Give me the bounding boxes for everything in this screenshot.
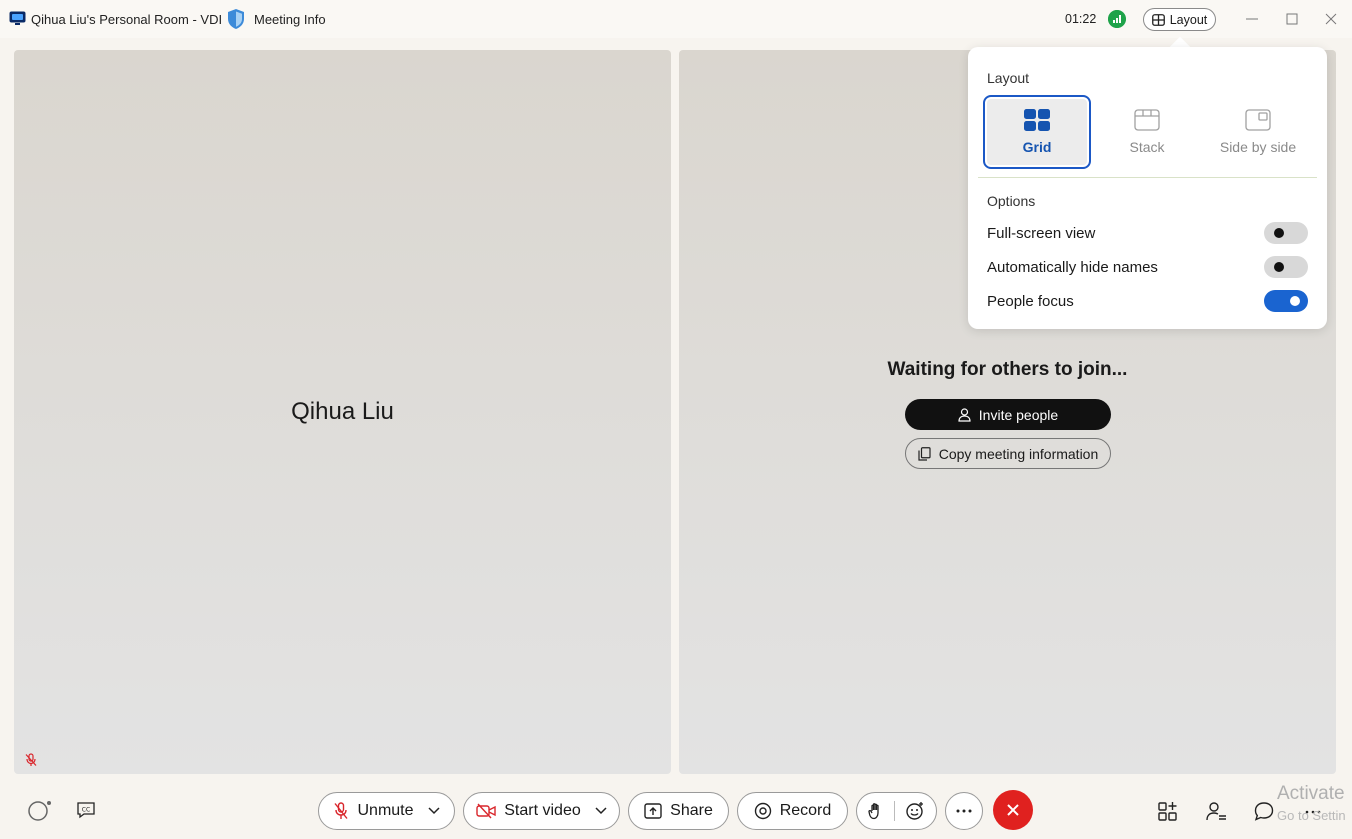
end-meeting-button[interactable] xyxy=(993,790,1033,830)
close-icon xyxy=(1007,804,1019,816)
video-off-icon xyxy=(476,803,496,819)
network-signal-icon[interactable] xyxy=(1108,10,1126,28)
grid-layout-icon xyxy=(1024,109,1050,131)
self-video-tile: Qihua Liu xyxy=(14,50,671,774)
layout-option-label: Stack xyxy=(1129,139,1165,155)
share-label: Share xyxy=(670,802,713,819)
reactions-group xyxy=(856,792,937,830)
shield-icon[interactable] xyxy=(226,8,246,30)
share-button[interactable]: Share xyxy=(628,792,729,830)
raise-hand-icon[interactable] xyxy=(868,802,884,820)
auto-hide-names-toggle[interactable] xyxy=(1264,256,1308,278)
meeting-timer: 01:22 xyxy=(1065,12,1097,26)
window-title: Qihua Liu's Personal Room - VDI xyxy=(31,12,223,27)
copy-meeting-info-label: Copy meeting information xyxy=(938,445,1099,462)
chevron-down-icon[interactable] xyxy=(595,807,607,815)
ai-assistant-icon[interactable] xyxy=(27,799,53,823)
close-icon[interactable] xyxy=(1321,9,1341,29)
options-heading: Options xyxy=(987,193,1036,209)
invite-people-button[interactable]: Invite people xyxy=(905,399,1111,430)
maximize-icon[interactable] xyxy=(1282,9,1302,29)
activation-watermark-sub: Go to Settin xyxy=(1277,808,1346,823)
option-auto-hide-names: Automatically hide names xyxy=(987,255,1308,279)
participants-icon[interactable] xyxy=(1205,800,1227,822)
webex-app-icon xyxy=(9,11,26,25)
people-focus-toggle[interactable] xyxy=(1264,290,1308,312)
layout-heading: Layout xyxy=(987,70,1030,86)
layout-option-side-by-side[interactable]: Side by side xyxy=(1206,97,1310,167)
option-full-screen-view: Full-screen view xyxy=(987,221,1308,245)
popover-divider xyxy=(978,177,1317,178)
record-button[interactable]: Record xyxy=(737,792,848,830)
layout-option-grid[interactable]: Grid xyxy=(983,95,1091,169)
copy-meeting-info-button[interactable]: Copy meeting information xyxy=(905,438,1111,469)
reactions-separator xyxy=(894,801,895,821)
closed-captions-icon[interactable]: CC xyxy=(76,800,96,820)
unmute-label: Unmute xyxy=(357,802,414,819)
option-label: Automatically hide names xyxy=(987,258,1158,276)
waiting-message: Waiting for others to join... xyxy=(887,359,1128,380)
stack-layout-icon xyxy=(1134,109,1160,131)
participant-name: Qihua Liu xyxy=(291,398,394,425)
muted-mic-icon xyxy=(25,753,37,766)
full-screen-toggle[interactable] xyxy=(1264,222,1308,244)
layout-option-label: Grid xyxy=(1022,139,1052,155)
layout-option-label: Side by side xyxy=(1219,139,1297,155)
record-icon xyxy=(754,802,771,820)
more-icon xyxy=(956,809,972,813)
unmute-button[interactable]: Unmute xyxy=(318,792,455,830)
invite-people-label: Invite people xyxy=(978,406,1059,423)
more-options-button[interactable] xyxy=(945,792,983,830)
activation-watermark: Activate xyxy=(1277,783,1345,804)
start-video-label: Start video xyxy=(504,802,581,819)
layout-option-stack[interactable]: Stack xyxy=(1095,97,1199,167)
option-label: Full-screen view xyxy=(987,224,1096,242)
chevron-down-icon[interactable] xyxy=(427,807,440,815)
record-label: Record xyxy=(779,802,832,819)
minimize-icon[interactable] xyxy=(1242,9,1262,29)
grid-icon xyxy=(1151,13,1165,26)
layout-popover: Layout Grid Stack Side by side Options F… xyxy=(968,47,1327,329)
share-icon xyxy=(644,803,662,819)
side-by-side-layout-icon xyxy=(1245,109,1271,131)
chat-icon[interactable] xyxy=(1253,800,1275,822)
person-icon xyxy=(958,407,971,422)
copy-icon xyxy=(918,446,931,461)
layout-button[interactable]: Layout xyxy=(1143,8,1216,31)
option-label: People focus xyxy=(987,292,1074,310)
option-people-focus: People focus xyxy=(987,289,1308,313)
layout-button-label: Layout xyxy=(1169,12,1208,27)
title-bar: Qihua Liu's Personal Room - VDI Meeting … xyxy=(0,0,1352,38)
start-video-button[interactable]: Start video xyxy=(463,792,620,830)
muted-mic-icon xyxy=(334,802,349,819)
svg-text:CC: CC xyxy=(82,807,90,814)
reactions-emoji-icon[interactable] xyxy=(905,801,925,821)
apps-icon[interactable] xyxy=(1157,800,1179,822)
meeting-info-link[interactable]: Meeting Info xyxy=(254,12,326,27)
